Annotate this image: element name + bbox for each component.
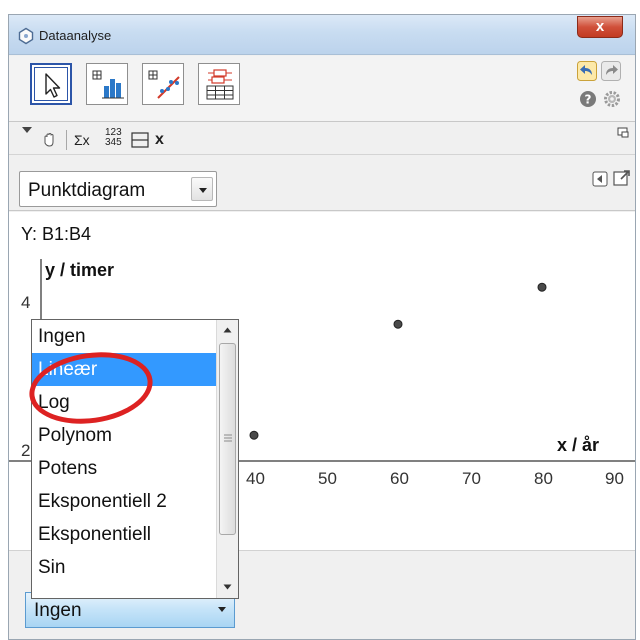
window-title: Dataanalyse [39,28,112,43]
undo-icon[interactable] [577,61,597,81]
scatter-point[interactable] [537,282,547,292]
chevron-down-icon [218,607,226,612]
export-icon[interactable] [613,169,631,187]
x-variable-toggle[interactable]: x [155,131,164,149]
regression-model-value: Ingen [34,600,82,621]
app-icon [18,27,34,45]
hand-drag-icon[interactable] [41,131,59,149]
option-eksponentiell[interactable]: Eksponentiell [32,518,216,551]
svg-text:?: ? [585,93,592,107]
x-tick-label: 60 [390,469,409,488]
scatter-point[interactable] [393,319,403,329]
triangle-toggle-icon[interactable] [21,126,33,136]
plot-type-dropdown-button[interactable] [191,177,213,201]
y-tick-label: 4 [21,293,31,312]
x-tick-label: 90 [605,469,624,488]
two-variable-regression-button[interactable] [142,63,184,105]
bar-chart-icon [92,70,124,99]
dock-panel-icon[interactable] [617,127,629,139]
x-axis-title: x / år [557,435,600,455]
x-tick-label: 70 [462,469,481,488]
sub-toolbar: Σx 123 345 x [9,123,635,155]
scatter-regression-icon [148,70,180,99]
plot-type-value: Punktdiagram [28,180,146,201]
data-table-toggle[interactable]: 123 345 [105,128,122,148]
option-sin[interactable]: Sin [32,551,216,584]
option-polynom[interactable]: Polynom [32,419,216,452]
layout-rows-icon[interactable] [131,132,149,148]
collapse-panel-icon[interactable] [592,171,608,187]
data-analysis-window: Dataanalyse x ? Σx 123 345 x Punktdiagra… [8,14,636,640]
option-ingen[interactable]: Ingen [32,320,216,353]
multi-variable-analysis-button[interactable] [198,63,240,105]
chevron-down-icon [199,188,207,193]
one-variable-analysis-button[interactable] [86,63,128,105]
x-tick-label: 80 [534,469,553,488]
plot-type-select[interactable]: Punktdiagram [19,171,217,207]
option-eksponentiell-2[interactable]: Eksponentiell 2 [32,485,216,518]
dropdown-scrollbar[interactable] [216,320,238,598]
scatter-point[interactable] [249,430,259,440]
x-tick-label: 40 [246,469,265,488]
statistics-sigma-toggle[interactable]: Σx [74,132,90,148]
scroll-down-icon[interactable] [223,584,232,590]
grip-icon [224,434,232,442]
help-icon[interactable]: ? [579,90,597,108]
move-tool-button[interactable] [30,63,72,105]
separator [66,130,67,150]
close-button[interactable]: x [577,16,623,38]
toolbar: ? [9,56,635,122]
option-potens[interactable]: Potens [32,452,216,485]
x-tick-label: 50 [318,469,337,488]
scroll-thumb[interactable] [219,343,236,535]
plot-options-bar: Punktdiagram [9,156,635,211]
scroll-up-icon[interactable] [223,327,232,333]
num-bottom: 345 [105,137,122,148]
redo-icon[interactable] [601,61,621,81]
cursor-arrow-icon [45,73,61,98]
y-tick-label: 2 [21,441,31,460]
boxplot-table-icon [206,69,234,100]
title-bar[interactable]: Dataanalyse x [9,15,635,55]
y-axis-title: y / timer [45,260,115,280]
gear-icon[interactable] [603,90,621,108]
